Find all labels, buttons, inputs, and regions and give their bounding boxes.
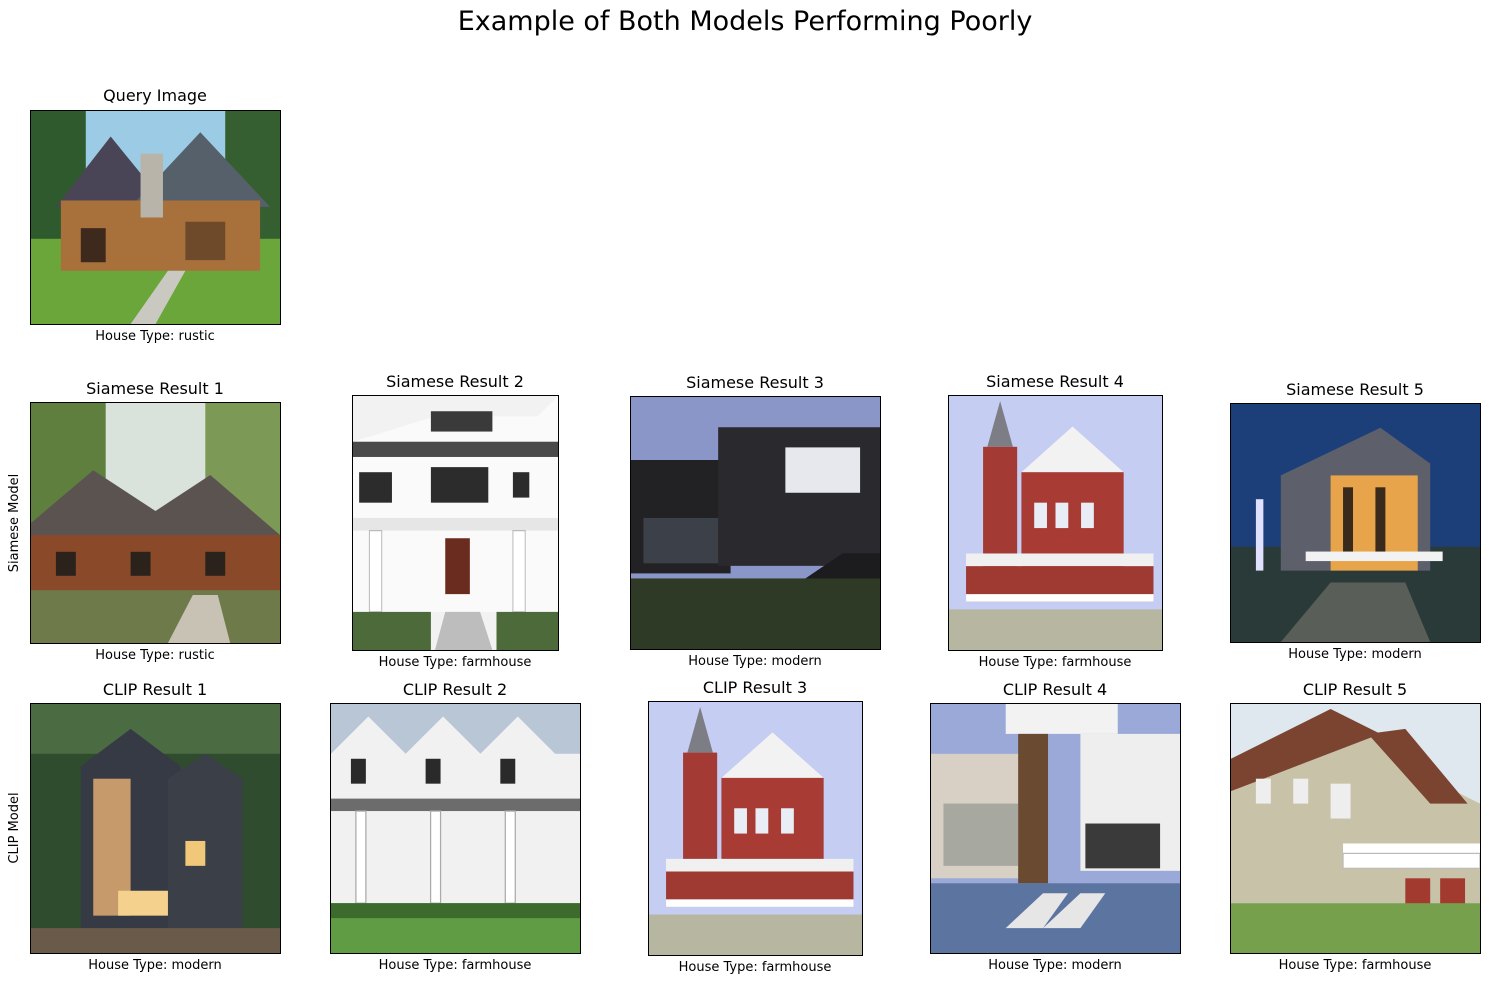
siamese-result-2-title: Siamese Result 2 <box>386 372 524 391</box>
figure-suptitle: Example of Both Models Performing Poorly <box>457 6 1033 37</box>
clip-result-3-title: CLIP Result 3 <box>702 678 808 697</box>
siamese-result-1-caption: House Type: rustic <box>95 648 215 663</box>
clip-result-3-image <box>648 701 863 956</box>
siamese-result-3-caption: House Type: modern <box>688 654 822 669</box>
clip-result-4-title: CLIP Result 4 <box>1002 680 1108 699</box>
query-title: Query Image <box>103 86 207 105</box>
row-label-clip: CLIP Model <box>7 792 22 864</box>
siamese-result-1-title: Siamese Result 1 <box>86 379 224 398</box>
clip-result-5-title: CLIP Result 5 <box>1302 680 1408 699</box>
siamese-result-4-caption: House Type: farmhouse <box>978 655 1132 670</box>
clip-result-2-image <box>330 703 581 954</box>
siamese-result-5-title: Siamese Result 5 <box>1286 380 1424 399</box>
siamese-result-2-caption: House Type: farmhouse <box>378 655 532 670</box>
clip-result-4-caption: House Type: modern <box>988 958 1122 973</box>
clip-result-2-title: CLIP Result 2 <box>402 680 508 699</box>
clip-result-2-caption: House Type: farmhouse <box>378 958 532 973</box>
siamese-result-2-image <box>352 395 559 651</box>
query-caption: House Type: rustic <box>95 329 215 344</box>
siamese-result-1-image <box>30 402 281 644</box>
clip-result-3-caption: House Type: farmhouse <box>678 960 832 975</box>
siamese-result-5-caption: House Type: modern <box>1288 647 1422 662</box>
clip-result-1-title: CLIP Result 1 <box>102 680 208 699</box>
clip-result-5-image <box>1230 703 1481 954</box>
siamese-result-5-image <box>1230 403 1481 643</box>
clip-result-1-caption: House Type: modern <box>88 958 222 973</box>
query-image <box>30 110 281 325</box>
siamese-result-4-title: Siamese Result 4 <box>986 372 1124 391</box>
siamese-result-3-image <box>630 396 881 650</box>
siamese-result-4-image <box>948 395 1163 651</box>
siamese-result-3-title: Siamese Result 3 <box>686 373 824 392</box>
clip-result-1-image <box>30 703 281 954</box>
clip-result-5-caption: House Type: farmhouse <box>1278 958 1432 973</box>
row-label-siamese: Siamese Model <box>7 473 22 573</box>
clip-result-4-image <box>930 703 1181 954</box>
